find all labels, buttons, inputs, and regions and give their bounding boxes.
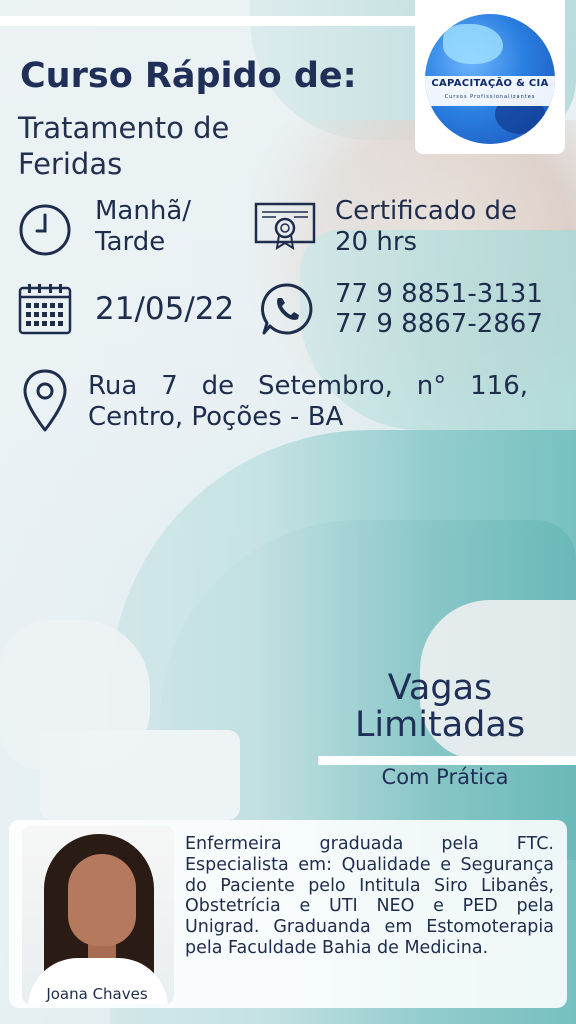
practice-note: Com Prática xyxy=(381,765,509,789)
logo-shape xyxy=(443,24,503,64)
location-pin-icon xyxy=(23,369,67,432)
certificate-text: Certificado de 20 hrs xyxy=(335,196,518,257)
phone-1: 77 9 8851-3131 xyxy=(335,279,543,309)
instructor-bio: Enfermeira graduada pela FTC. Especialis… xyxy=(185,834,554,958)
limited-spots-line-2: Limitadas xyxy=(354,705,526,745)
date-text: 21/05/22 xyxy=(95,291,235,327)
top-stripe xyxy=(0,16,415,26)
address: Rua 7 de Setembro, n° 116, Centro, Poçõe… xyxy=(88,371,528,433)
limited-spots-line-1: Vagas xyxy=(387,668,493,708)
photo-face xyxy=(68,854,136,946)
phone-2: 77 9 8867-2867 xyxy=(335,309,543,339)
whatsapp-icon xyxy=(260,283,313,335)
instructor-photo xyxy=(22,826,174,1004)
divider-line xyxy=(318,756,576,765)
limited-spots-heading: Vagas Limitadas xyxy=(330,670,550,744)
schedule-text: Manhã/ Tarde xyxy=(95,196,192,257)
calendar-icon xyxy=(18,284,72,335)
logo-subtitle: Cursos Profissionalizantes xyxy=(444,94,536,100)
poster: CAPACITAÇÃO & CIA Cursos Profissionaliza… xyxy=(0,0,576,1024)
certificate-icon xyxy=(254,202,316,250)
address-line-1: Rua 7 de Setembro, n° 116, xyxy=(88,371,528,401)
clock-icon xyxy=(19,204,71,256)
logo: CAPACITAÇÃO & CIA Cursos Profissionaliza… xyxy=(425,14,555,144)
course-subtitle: Tratamento de Feridas xyxy=(18,111,230,181)
address-line-2: Centro, Poções - BA xyxy=(88,402,344,432)
instructor-name: Joana Chaves xyxy=(46,985,148,1003)
logo-title: CAPACITAÇÃO & CIA xyxy=(431,78,549,89)
course-title: Curso Rápido de: xyxy=(20,56,357,96)
